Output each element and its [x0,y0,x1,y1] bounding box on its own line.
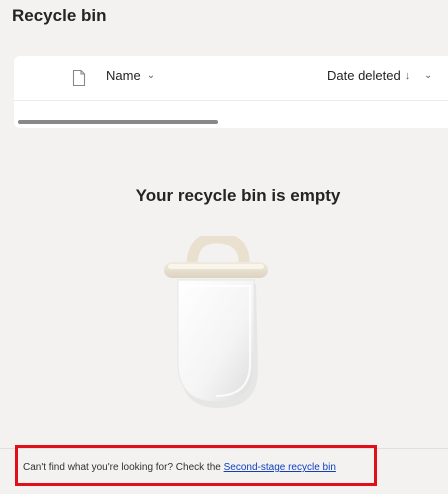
file-icon[interactable] [72,69,86,87]
chevron-down-icon[interactable]: ⌄ [424,70,432,81]
second-stage-recycle-bin-link[interactable]: Second-stage recycle bin [224,462,336,473]
chevron-down-icon: ⌄ [146,70,156,81]
name-column-header[interactable]: Name ⌄ [106,68,155,83]
arrow-down-icon: ↓ [404,69,411,82]
page-title: Recycle bin [12,6,107,25]
date-deleted-column-header[interactable]: Date deleted ↓ [327,68,410,83]
footer-prompt: Can't find what you're looking for? Chec… [23,462,224,473]
scrollbar-thumb[interactable] [18,120,218,124]
empty-state-message: Your recycle bin is empty [135,186,341,205]
date-deleted-column-label: Date deleted [327,68,401,83]
trash-bin-illustration [164,236,268,408]
name-column-label: Name [106,68,141,83]
horizontal-scrollbar[interactable] [14,120,448,128]
footer: Can't find what you're looking for? Chec… [0,448,448,494]
file-list: Name ⌄ Date deleted ↓ ⌄ [14,56,448,128]
list-header: Name ⌄ Date deleted ↓ ⌄ [14,56,448,101]
footer-text: Can't find what you're looking for? Chec… [23,462,336,473]
